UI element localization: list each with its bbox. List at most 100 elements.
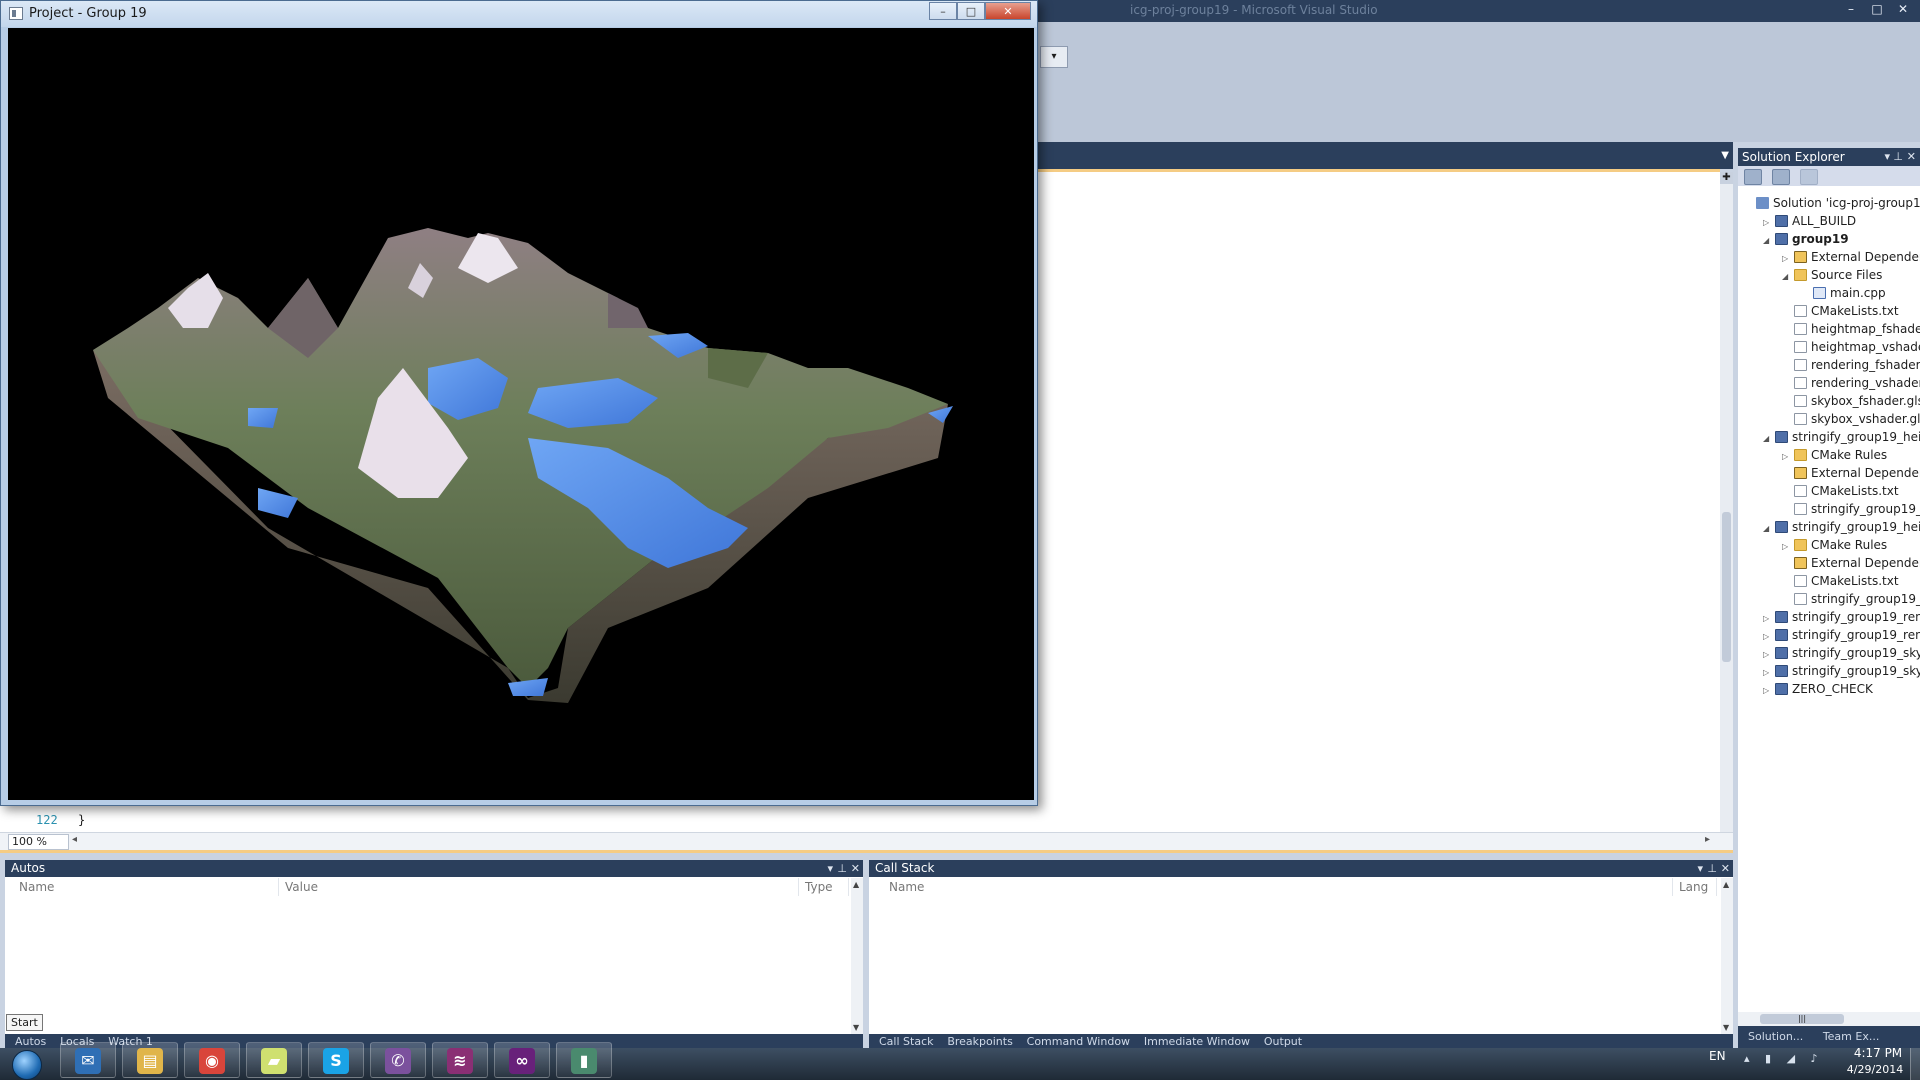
- tree-item[interactable]: rendering_fshader.g: [1782, 356, 1920, 374]
- tab-autos[interactable]: Autos: [15, 1035, 46, 1048]
- tree-item[interactable]: ◢ stringify_group19_heig: [1763, 518, 1920, 536]
- tree-item-label: heightmap_fshader: [1811, 322, 1920, 336]
- tab-breakpoints[interactable]: Breakpoints: [947, 1035, 1013, 1048]
- terrain-render-viewport[interactable]: [8, 28, 1034, 800]
- tree-item[interactable]: heightmap_vshader: [1782, 338, 1920, 356]
- taskbar-app-button[interactable]: ▰: [246, 1042, 302, 1078]
- split-handle-icon[interactable]: ✚: [1720, 172, 1733, 184]
- opengl-window[interactable]: Project - Group 19 – □ ✕: [0, 0, 1038, 806]
- close-icon[interactable]: ✕: [851, 860, 860, 877]
- vs-maximize-button[interactable]: □: [1864, 0, 1890, 18]
- vertical-scrollbar[interactable]: ▲ ▼: [851, 878, 863, 1034]
- tree-item[interactable]: ▷ stringify_group19_skyb: [1763, 662, 1920, 680]
- taskbar-app-button[interactable]: ∞: [494, 1042, 550, 1078]
- tree-item[interactable]: ◢ group19: [1763, 230, 1849, 248]
- pane-menu-icon[interactable]: ▾: [1884, 148, 1890, 166]
- column-header[interactable]: Value: [279, 878, 799, 896]
- close-icon[interactable]: ✕: [1721, 860, 1730, 877]
- column-header[interactable]: Type: [799, 878, 849, 896]
- pane-menu-icon[interactable]: ▾: [827, 860, 833, 877]
- taskbar-app-button[interactable]: ✆: [370, 1042, 426, 1078]
- editor-vertical-scrollbar[interactable]: ✚: [1720, 172, 1733, 832]
- show-desktop-button[interactable]: [1910, 1048, 1920, 1080]
- taskbar-app-button[interactable]: ▤: [122, 1042, 178, 1078]
- horizontal-scrollbar[interactable]: |||: [1738, 1012, 1920, 1026]
- toolbar-dropdown[interactable]: ▾: [1040, 46, 1068, 68]
- refresh-icon[interactable]: [1800, 169, 1818, 185]
- splitter[interactable]: [0, 850, 1733, 853]
- start-button[interactable]: [6, 1048, 48, 1080]
- tab-output[interactable]: Output: [1264, 1035, 1302, 1048]
- tree-item[interactable]: stringify_group19_h: [1782, 500, 1920, 518]
- tree-item[interactable]: ▷External Dependencies: [1782, 248, 1920, 266]
- pin-icon[interactable]: ⊥: [1893, 148, 1903, 166]
- tab-call-stack[interactable]: Call Stack: [879, 1035, 933, 1048]
- taskbar-app-button[interactable]: ≋: [432, 1042, 488, 1078]
- tree-item-label: CMake Rules: [1811, 448, 1888, 462]
- expand-arrow-icon[interactable]: ◢: [1763, 430, 1775, 448]
- clock-time[interactable]: 4:17 PM: [1848, 1046, 1908, 1060]
- tree-item[interactable]: CMakeLists.txt: [1782, 572, 1899, 590]
- tree-item-label: rendering_fshader.g: [1811, 358, 1920, 372]
- taskbar-app-button[interactable]: S: [308, 1042, 364, 1078]
- taskbar-app-button[interactable]: ▮: [556, 1042, 612, 1078]
- tree-item[interactable]: ▷ stringify_group19_rend: [1763, 626, 1920, 644]
- scroll-right-icon[interactable]: ▸: [1705, 834, 1710, 845]
- expand-arrow-icon[interactable]: ▷: [1763, 682, 1775, 700]
- scroll-left-icon[interactable]: ◂: [72, 834, 77, 845]
- taskbar-app-button[interactable]: ◉: [184, 1042, 240, 1078]
- tray-icons[interactable]: ▴ ▮ ◢ ♪: [1744, 1052, 1824, 1065]
- opengl-window-titlebar[interactable]: Project - Group 19 – □ ✕: [1, 1, 1037, 27]
- tab-command-window[interactable]: Command Window: [1027, 1035, 1130, 1048]
- tree-item[interactable]: skybox_vshader.glsl: [1782, 410, 1920, 428]
- tree-item[interactable]: CMakeLists.txt: [1782, 482, 1899, 500]
- tree-item[interactable]: main.cpp: [1801, 284, 1886, 302]
- input-language[interactable]: EN: [1709, 1049, 1726, 1063]
- maximize-button[interactable]: □: [957, 2, 985, 20]
- tab-team-explorer[interactable]: Team Ex...: [1823, 1030, 1880, 1043]
- tree-item[interactable]: heightmap_fshader: [1782, 320, 1920, 338]
- ext-icon: [1794, 467, 1807, 479]
- close-icon[interactable]: ✕: [1907, 148, 1916, 166]
- column-header[interactable]: Name: [883, 878, 1673, 896]
- column-header[interactable]: Name: [13, 878, 279, 896]
- close-button[interactable]: ✕: [985, 2, 1031, 20]
- tree-item[interactable]: ▷ stringify_group19_rend: [1763, 608, 1920, 626]
- tree-item[interactable]: ▷ ALL_BUILD: [1763, 212, 1856, 230]
- tree-item[interactable]: Solution 'icg-proj-group19': [1744, 194, 1920, 212]
- taskbar-app-button[interactable]: ✉: [60, 1042, 116, 1078]
- tree-item[interactable]: ▷ CMake Rules: [1782, 536, 1887, 554]
- scroll-thumb[interactable]: |||: [1760, 1014, 1844, 1024]
- tree-item[interactable]: ◢ stringify_group19_heig: [1763, 428, 1920, 446]
- properties-icon[interactable]: [1744, 169, 1762, 185]
- expand-arrow-icon[interactable]: ◢: [1763, 232, 1775, 250]
- vertical-scrollbar[interactable]: ▲ ▼: [1721, 878, 1733, 1034]
- pane-menu-icon[interactable]: ▾: [1697, 860, 1703, 877]
- pin-icon[interactable]: ⊥: [1707, 860, 1717, 877]
- tree-item[interactable]: ▷ stringify_group19_skyb: [1763, 644, 1920, 662]
- zoom-level-select[interactable]: 100 %: [8, 834, 69, 850]
- tab-list-dropdown-icon[interactable]: ▼: [1721, 150, 1729, 161]
- tab-solution-explorer[interactable]: Solution...: [1748, 1030, 1803, 1043]
- tree-item[interactable]: External Dependenc: [1782, 554, 1920, 572]
- tree-item[interactable]: ▷ ZERO_CHECK: [1763, 680, 1873, 698]
- tree-item[interactable]: rendering_vshader.g: [1782, 374, 1920, 392]
- scroll-thumb[interactable]: [1722, 512, 1731, 662]
- show-all-files-icon[interactable]: [1772, 169, 1790, 185]
- expand-arrow-icon[interactable]: ◢: [1782, 268, 1794, 286]
- column-header[interactable]: Lang: [1673, 878, 1717, 896]
- tree-item[interactable]: ▷ CMake Rules: [1782, 446, 1887, 464]
- code-line[interactable]: }: [78, 813, 85, 827]
- tree-item[interactable]: stringify_group19_h: [1782, 590, 1920, 608]
- expand-arrow-icon[interactable]: ◢: [1763, 520, 1775, 538]
- vs-minimize-button[interactable]: –: [1838, 0, 1864, 18]
- pin-icon[interactable]: ⊥: [837, 860, 847, 877]
- vs-close-button[interactable]: ✕: [1890, 0, 1916, 18]
- tree-item[interactable]: ◢ Source Files: [1782, 266, 1882, 284]
- tab-immediate-window[interactable]: Immediate Window: [1144, 1035, 1250, 1048]
- tree-item[interactable]: CMakeLists.txt: [1782, 302, 1899, 320]
- tree-item[interactable]: External Dependenc: [1782, 464, 1920, 482]
- minimize-button[interactable]: –: [929, 2, 957, 20]
- clock-date[interactable]: 4/29/2014: [1840, 1063, 1910, 1076]
- tree-item[interactable]: skybox_fshader.glsl: [1782, 392, 1920, 410]
